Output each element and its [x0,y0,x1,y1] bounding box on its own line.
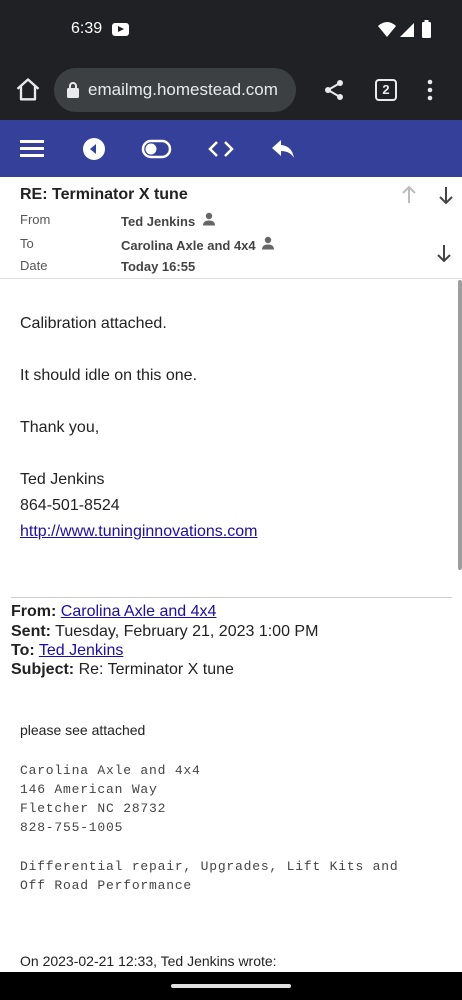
quoted-sent-label: Sent: [11,623,51,640]
more-options-icon[interactable] [424,78,436,102]
lock-icon [67,82,79,98]
date-value: Today 16:55 [121,259,196,274]
body-line: Calibration attached. [20,315,167,332]
person-icon[interactable] [261,236,275,250]
body-line: It should idle on this one. [20,367,198,384]
hamburger-menu-icon[interactable] [18,134,48,164]
arrow-up-icon[interactable] [401,185,417,205]
reply-icon[interactable] [268,134,298,164]
back-circle-icon[interactable] [80,134,110,164]
body-line: Thank you, [20,419,100,436]
divider [11,597,452,598]
status-time: 6:39 [71,20,103,37]
quoted-subject-label: Subject: [11,661,75,678]
quoted-to-label: To: [11,642,35,659]
home-icon[interactable] [14,76,42,104]
date-label: Date [20,258,48,273]
browser-toolbar: emailmg.homestead.com 2 [0,60,462,120]
quoted-signature-line: Carolina Axle and 4x4 [20,763,201,778]
wifi-icon [378,22,396,37]
to-label: To [20,236,34,251]
to-value[interactable]: Carolina Axle and 4x4 [121,238,256,253]
signal-icon [400,23,414,37]
quoted-signature-line: Fletcher NC 28732 [20,801,167,816]
status-bar: 6:39 [0,0,462,60]
address-bar[interactable]: emailmg.homestead.com [54,68,296,112]
from-value[interactable]: Ted Jenkins [121,214,195,229]
quoted-from-link[interactable]: Carolina Axle and 4x4 [61,603,217,620]
status-icons [378,20,431,38]
battery-icon [422,20,431,38]
toggle-icon[interactable] [141,134,173,164]
quoted-to: To: Ted Jenkins [11,642,123,660]
quoted-signature-line: 828-755-1005 [20,820,124,835]
quoted-subject: Subject: Re: Terminator X tune [11,661,234,679]
youtube-notification-icon [112,23,129,36]
signature-name: Ted Jenkins [20,471,105,488]
quoted-signature-line: Off Road Performance [20,878,193,893]
quoted-body-line: please see attached [20,722,146,738]
quoted-to-link[interactable]: Ted Jenkins [39,642,124,659]
mail-toolbar [0,120,462,177]
quoted-signature-line: Differential repair, Upgrades, Lift Kits… [20,859,399,874]
email-header: RE: Terminator X tune From Ted Jenkins T… [0,177,462,279]
from-label: From [20,212,51,227]
quoted-from: From: Carolina Axle and 4x4 [11,603,216,621]
email-subject: RE: Terminator X tune [20,186,188,203]
person-icon[interactable] [202,212,216,226]
url-text: emailmg.homestead.com [88,80,278,99]
code-icon[interactable] [206,134,236,164]
arrow-down-icon[interactable] [438,185,454,205]
home-gesture-handle[interactable] [171,984,291,988]
tab-switcher-button[interactable]: 2 [375,79,397,101]
quoted-subject-value: Re: Terminator X tune [78,661,234,678]
share-icon[interactable] [322,78,346,102]
quoted-from-label: From: [11,603,57,620]
signature-phone: 864-501-8524 [20,497,120,514]
quoted-sent-value: Tuesday, February 21, 2023 1:00 PM [55,623,319,640]
signature-link[interactable]: http://www.tuninginnovations.com [20,523,257,541]
arrow-down-icon[interactable] [436,243,452,263]
scrollbar[interactable] [458,280,462,570]
quoted-signature-line: 146 American Way [20,782,158,797]
quoted-sent: Sent: Tuesday, February 21, 2023 1:00 PM [11,623,318,641]
gesture-nav-bar [0,972,462,1000]
quoted-wrote-line: On 2023-02-21 12:33, Ted Jenkins wrote: [20,953,277,969]
